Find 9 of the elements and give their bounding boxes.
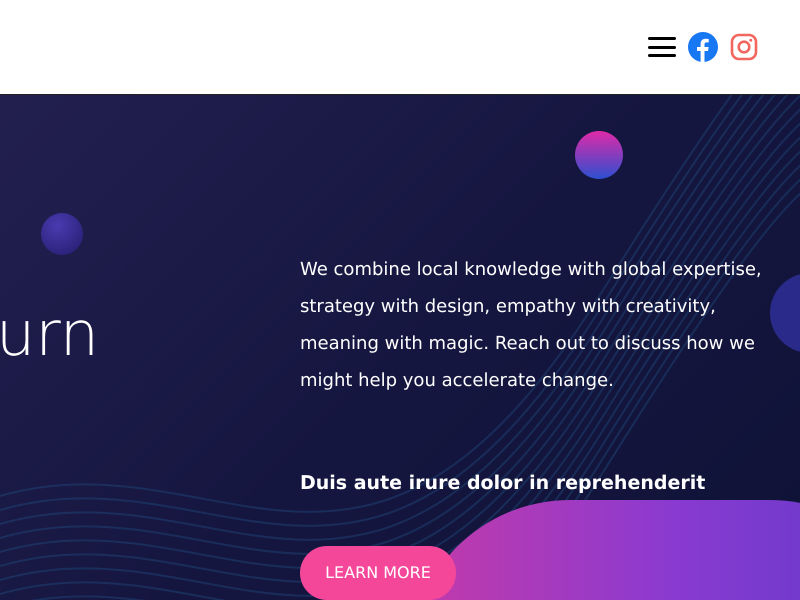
learn-more-button[interactable]: LEARN MORE [300, 546, 456, 600]
hero-heading: urn [0, 303, 100, 365]
facebook-icon[interactable] [688, 32, 718, 62]
hero-subheading: Duis aute irure dolor in reprehenderit [300, 471, 706, 496]
hero-paragraph: We combine local knowledge with global expertise, strategy with design, empathy with creativity, meaning with magic. Reach out to discuss how we might help you accelerate change. [300, 258, 763, 393]
menu-icon[interactable] [648, 35, 676, 59]
sphere-decoration [41, 213, 83, 255]
sphere-decoration [575, 131, 623, 179]
instagram-icon[interactable] [730, 33, 758, 61]
